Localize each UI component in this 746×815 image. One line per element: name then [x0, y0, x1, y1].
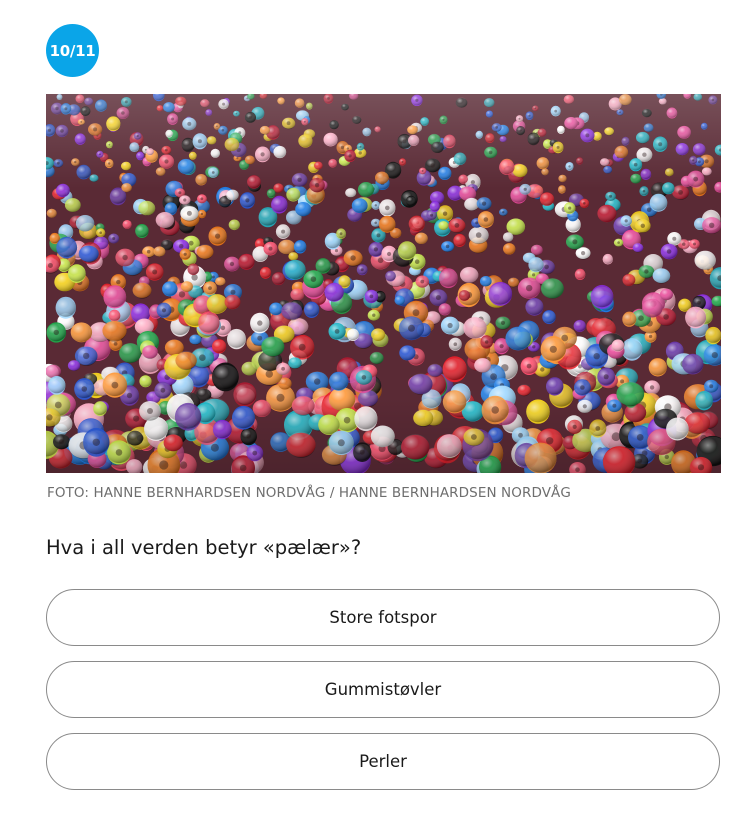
photo-credit: FOTO: HANNE BERNHARDSEN NORDVÅG / HANNE … [47, 485, 571, 501]
question-text: Hva i all verden betyr «pælær»? [46, 536, 362, 559]
beads-image [46, 94, 721, 473]
answer-options: Store fotspor Gummistøvler Perler [46, 589, 720, 805]
quiz-photo [46, 94, 721, 473]
answer-button-perler[interactable]: Perler [46, 733, 720, 790]
answer-button-store-fotspor[interactable]: Store fotspor [46, 589, 720, 646]
answer-button-gummistovler[interactable]: Gummistøvler [46, 661, 720, 718]
progress-badge: 10/11 [46, 24, 99, 77]
